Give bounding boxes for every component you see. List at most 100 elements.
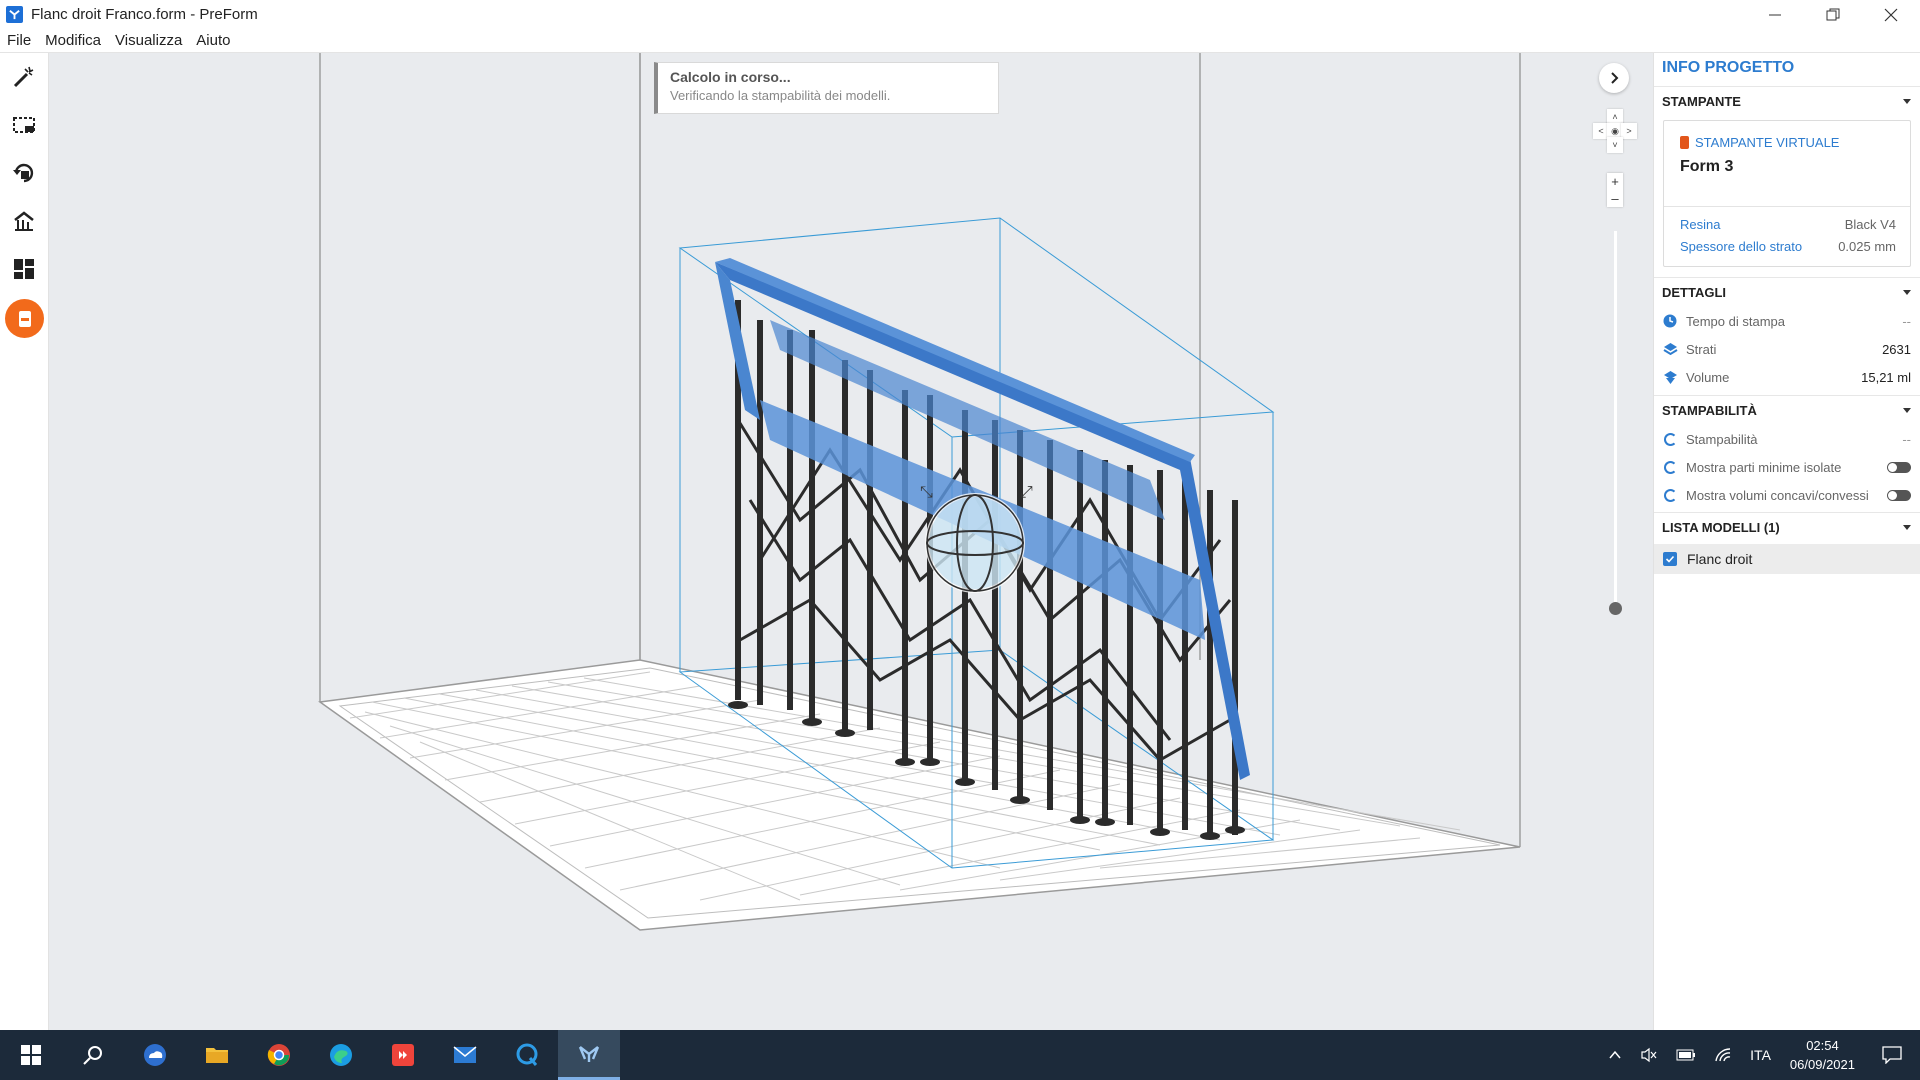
taskbar-edge[interactable] [310,1030,372,1080]
select-tool[interactable] [6,107,42,143]
restore-button[interactable] [1804,0,1862,29]
wifi-icon[interactable] [1714,1047,1732,1063]
layer-slider[interactable] [1614,231,1617,609]
min-parts-toggle[interactable] [1887,461,1911,473]
input-language[interactable]: ITA [1750,1047,1771,1063]
build-plate [318,659,1521,931]
min-parts-row: Mostra parti minime isolate [1654,453,1920,481]
details-section-header[interactable]: DETTAGLI [1654,277,1920,307]
caret-down-icon [1903,290,1911,295]
resin-label[interactable]: Resina [1680,217,1720,232]
zoom-control: + – [1607,173,1623,207]
volume-value: 15,21 ml [1861,369,1911,385]
models-section-title: LISTA MODELLI (1) [1662,520,1780,535]
pan-down-icon[interactable]: ˅ [1607,137,1623,153]
menu-file[interactable]: File [0,32,38,49]
loading-spinner-icon [1663,488,1677,502]
search-button[interactable] [62,1030,124,1080]
zoom-in-icon[interactable]: + [1607,173,1623,190]
menu-edit[interactable]: Modifica [38,32,108,49]
loading-spinner-icon [1663,432,1677,446]
chevron-up-icon[interactable] [1608,1048,1622,1062]
print-time-label: Tempo di stampa [1686,313,1785,329]
caret-down-icon [1903,525,1911,530]
magic-wand-icon [13,66,34,88]
chrome-icon [267,1044,290,1066]
layout-tool[interactable] [6,251,42,287]
layers-icon [1662,341,1678,357]
svg-text:⤢: ⤢ [1020,482,1033,501]
printer-icon [1680,136,1689,149]
printability-section-title: STAMPABILITÀ [1662,403,1757,418]
status-toast: Calcolo in corso... Verificando la stamp… [654,62,999,114]
pan-control[interactable]: ˄ ˂ ◉ ˃ ˅ [1593,109,1637,153]
supports-tool[interactable] [6,203,42,239]
layers-label: Strati [1686,341,1717,357]
collapse-panel-button[interactable] [1599,63,1629,93]
printer-section-header[interactable]: STAMPANTE [1654,86,1920,116]
menu-bar: File Modifica Visualizza Aiuto [0,29,1920,53]
mail-icon [453,1046,477,1063]
windows-taskbar: ITA 02:54 06/09/2021 [0,1030,1920,1080]
system-tray: ITA 02:54 06/09/2021 [1599,1030,1920,1080]
printability-value: -- [1902,431,1911,447]
menu-view[interactable]: Visualizza [108,32,189,49]
menu-help[interactable]: Aiuto [189,32,237,49]
orientation-tool[interactable] [6,155,42,191]
layer-slider-handle[interactable] [1609,602,1622,615]
taskbar-app-cloud[interactable] [124,1030,186,1080]
layer-thickness-value: 0.025 mm [1838,238,1896,254]
notifications-icon[interactable] [1882,1046,1902,1064]
taskbar-qtranslate[interactable] [496,1030,558,1080]
close-button[interactable] [1862,0,1920,29]
taskbar-mail[interactable] [434,1030,496,1080]
preform-app-icon [6,6,23,23]
q-app-icon [516,1043,538,1066]
printer-section-title: STAMPANTE [1662,94,1741,109]
anydesk-icon [392,1044,414,1066]
battery-icon[interactable] [1676,1049,1696,1061]
svg-text:⤡: ⤡ [920,482,933,501]
volume-row: Volume 15,21 ml [1654,363,1920,391]
taskbar-anydesk[interactable] [372,1030,434,1080]
chevron-right-icon [1611,72,1619,84]
loading-spinner-icon [1663,460,1677,474]
clock[interactable]: 02:54 06/09/2021 [1790,1036,1855,1074]
3d-viewport[interactable]: ⤡ ⤢ Calcolo in corso... Verificando la s… [49,53,1653,1030]
models-section-header[interactable]: LISTA MODELLI (1) [1654,512,1920,542]
concave-row: Mostra volumi concavi/convessi [1654,481,1920,509]
printability-section-header[interactable]: STAMPABILITÀ [1654,395,1920,425]
printability-row: Stampabilità -- [1654,425,1920,453]
magic-wand-tool[interactable] [6,59,42,95]
left-toolbar [0,53,49,1068]
volume-label: Volume [1686,369,1730,385]
layer-thickness-label[interactable]: Spessore dello strato [1680,239,1802,254]
edge-icon [330,1044,352,1066]
concave-label: Mostra volumi concavi/convessi [1686,487,1869,503]
printer-name: Form 3 [1680,158,1734,175]
model-list-item[interactable]: Flanc droit [1654,544,1920,574]
taskbar-chrome[interactable] [248,1030,310,1080]
volume-muted-icon[interactable] [1640,1047,1658,1063]
toast-subtitle: Verificando la stampabilità dei modelli. [670,88,891,103]
printer-card[interactable]: STAMPANTE VIRTUALE Form 3 Resina Black V4… [1663,120,1911,267]
taskbar-preform[interactable] [558,1030,620,1080]
volume-icon [1662,369,1678,385]
resin-value: Black V4 [1844,216,1896,232]
clock-date: 06/09/2021 [1789,1057,1855,1072]
minimize-button[interactable] [1746,0,1804,29]
windows-logo-icon [21,1045,41,1065]
zoom-out-icon[interactable]: – [1607,190,1623,207]
select-icon [13,117,35,133]
start-button[interactable] [0,1030,62,1080]
layers-value: 2631 [1882,341,1911,357]
print-tool[interactable] [5,299,44,338]
taskbar-file-explorer[interactable] [186,1030,248,1080]
min-parts-label: Mostra parti minime isolate [1686,459,1842,475]
search-icon [83,1046,102,1065]
printer-icon [18,310,31,327]
clock-icon [1662,313,1678,329]
model-checkbox[interactable] [1663,552,1677,566]
concave-toggle[interactable] [1887,489,1911,501]
pan-right-icon[interactable]: ˃ [1621,123,1637,139]
